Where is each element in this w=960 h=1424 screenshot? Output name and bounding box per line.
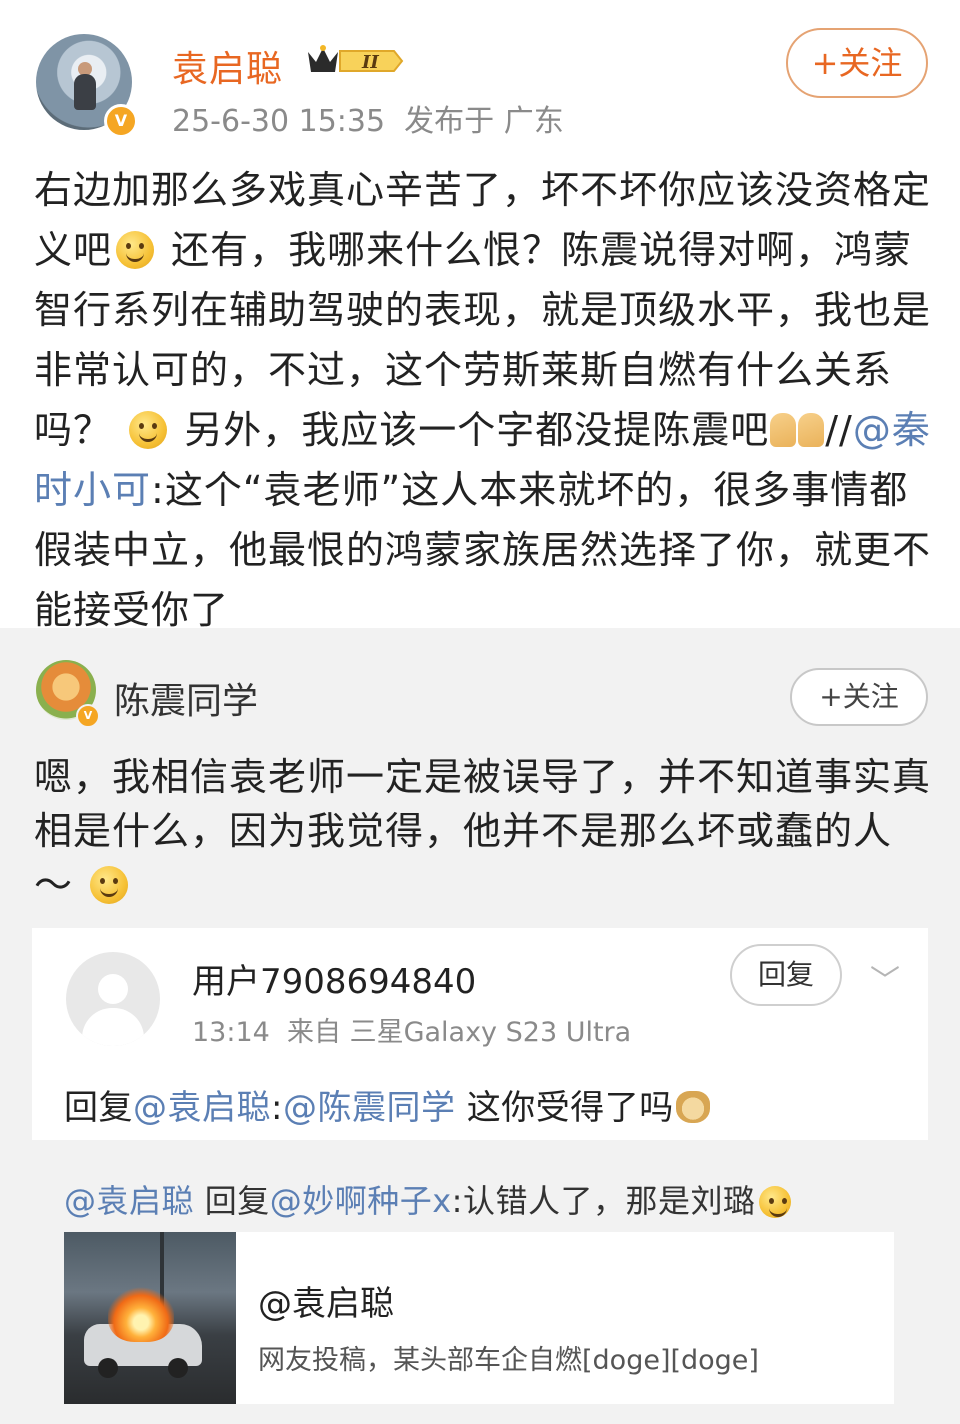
post-meta: 25-6-30 15:35 发布于 广东: [172, 96, 564, 140]
post-body: 右边加那么多戏真心辛苦了，坏不坏你应该没资格定义吧 还有，我哪来什么恨？陈震说得…: [34, 168, 932, 632]
mention-link[interactable]: @袁启聪: [133, 1088, 271, 1128]
lower-reply-text: @袁启聪 回复@妙啊种子x:认错人了，那是刘璐: [64, 1176, 795, 1222]
commenter-name[interactable]: 陈震同学: [114, 672, 258, 724]
mention-link[interactable]: @陈震同学: [283, 1088, 456, 1128]
commenter-follow-button[interactable]: +关注: [790, 668, 928, 726]
smile-emoji: [759, 1186, 792, 1218]
reply-username[interactable]: 用户7908694840: [192, 954, 476, 1003]
mention-link[interactable]: @妙啊种子x: [270, 1182, 452, 1220]
pray-hands-emoji: [770, 413, 797, 447]
reply-time: 13:14: [192, 1017, 270, 1048]
doge-emoji: [675, 1091, 710, 1123]
link-card-title[interactable]: @袁启聪: [258, 1276, 394, 1325]
reply-meta: 13:14 来自 三星Galaxy S23 Ultra: [192, 1010, 631, 1049]
link-card-subtitle: 网友投稿，某头部车企自燃[doge][doge]: [258, 1345, 759, 1376]
reply-button[interactable]: 回复: [730, 944, 842, 1006]
thinking-emoji: [129, 411, 168, 449]
default-avatar-icon[interactable]: [66, 952, 160, 1046]
svg-text:II: II: [361, 52, 379, 73]
smile-emoji: [90, 866, 129, 904]
follow-button[interactable]: +关注: [786, 28, 928, 98]
verified-icon: V: [104, 104, 138, 138]
verified-icon: V: [76, 704, 100, 728]
reply-body: 回复@袁启聪:@陈震同学 这你受得了吗: [64, 1080, 710, 1129]
pray-hands-emoji: [798, 413, 825, 447]
post-time: 25-6-30 15:35: [172, 104, 386, 139]
crown-level-icon: II: [308, 45, 404, 73]
mention-link[interactable]: @袁启聪: [64, 1182, 194, 1220]
link-card-thumbnail[interactable]: [64, 1232, 236, 1404]
smile-emoji: [116, 231, 155, 269]
reply-source: 来自 三星Galaxy S23 Ultra: [286, 1017, 632, 1048]
comment-body: 嗯，我相信袁老师一定是被误导了，并不知道事实真相是什么，因为我觉得，他并不是那么…: [34, 755, 932, 907]
post-location: 发布于 广东: [404, 104, 564, 139]
chevron-down-icon[interactable]: ﹀: [870, 956, 900, 1000]
author-name[interactable]: 袁启聪: [172, 40, 283, 92]
